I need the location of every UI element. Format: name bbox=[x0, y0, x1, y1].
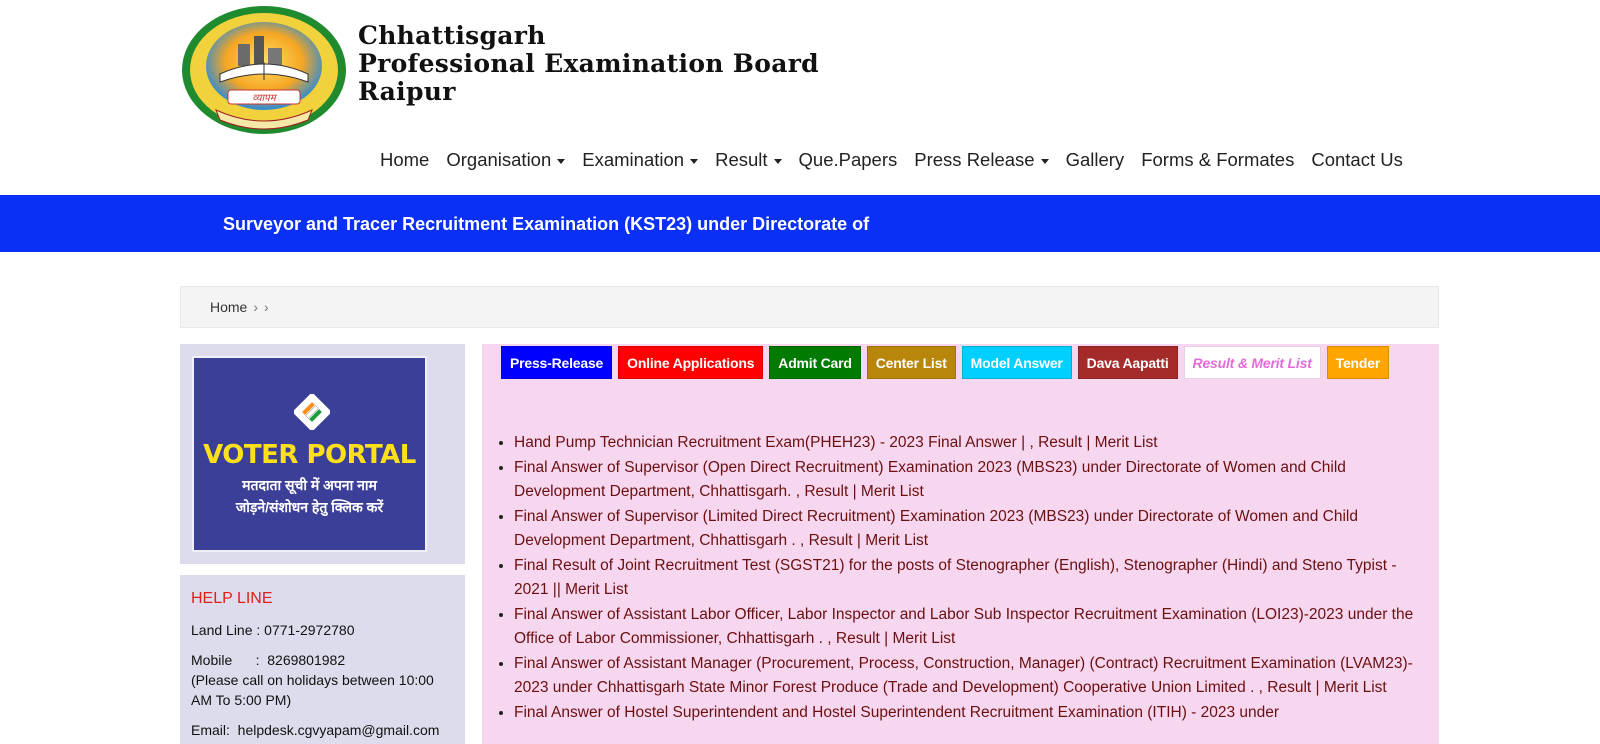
nav-examination-label: Examination bbox=[582, 149, 685, 170]
nav-result[interactable]: Result bbox=[715, 149, 782, 171]
main-nav: Home Organisation Examination Result Que… bbox=[380, 146, 1420, 174]
helpline-mobile: Mobile : 8269801982 bbox=[191, 652, 346, 668]
nav-home[interactable]: Home bbox=[380, 149, 429, 171]
main-content-panel: Press-Release Online Applications Admit … bbox=[482, 344, 1439, 744]
nav-que-papers[interactable]: Que.Papers bbox=[799, 149, 898, 171]
nav-forms-formates[interactable]: Forms & Formates bbox=[1141, 149, 1294, 171]
category-tabs: Press-Release Online Applications Admit … bbox=[501, 346, 1395, 379]
nav-press-release-label: Press Release bbox=[914, 149, 1035, 170]
tab-dava-aapatti[interactable]: Dava Aapatti bbox=[1077, 346, 1178, 379]
list-item[interactable]: Final Answer of Assistant Manager (Procu… bbox=[514, 652, 1419, 701]
helpline-landline: Land Line : 0771-2972780 bbox=[191, 622, 355, 638]
caret-down-icon bbox=[773, 158, 782, 164]
list-item[interactable]: Final Answer of Supervisor (Open Direct … bbox=[514, 456, 1419, 505]
helpline-title: HELP LINE bbox=[191, 590, 273, 607]
breadcrumb: Home › › bbox=[180, 286, 1439, 328]
ballot-icon bbox=[294, 394, 330, 430]
tab-press-release[interactable]: Press-Release bbox=[501, 346, 613, 379]
list-item[interactable]: Final Answer of Assistant Labor Officer,… bbox=[514, 603, 1419, 652]
tab-online-applications[interactable]: Online Applications bbox=[618, 346, 764, 379]
nav-examination[interactable]: Examination bbox=[582, 149, 699, 171]
nav-press-release[interactable]: Press Release bbox=[914, 149, 1049, 171]
chevron-right-icon: › bbox=[264, 299, 269, 315]
nav-forms-formates-label: Forms & Formates bbox=[1141, 149, 1295, 170]
news-marquee-text[interactable]: Surveyor and Tracer Recruitment Examinat… bbox=[223, 214, 869, 235]
tab-center-list[interactable]: Center List bbox=[866, 346, 956, 379]
caret-down-icon bbox=[690, 158, 699, 164]
caret-down-icon bbox=[557, 158, 566, 164]
list-item[interactable]: Hand Pump Technician Recruitment Exam(PH… bbox=[514, 431, 1419, 456]
voter-portal-banner[interactable]: VOTER PORTAL मतदाता सूची में अपना नाम जो… bbox=[192, 356, 427, 552]
helpline-box: HELP LINE Land Line : 0771-2972780 Mobil… bbox=[180, 575, 465, 744]
tab-model-answer[interactable]: Model Answer bbox=[961, 346, 1072, 379]
board-title-line-2: Professional Examination Board bbox=[358, 49, 819, 78]
tab-tender[interactable]: Tender bbox=[1326, 346, 1390, 379]
board-title: Chhattisgarh Professional Examination Bo… bbox=[358, 22, 819, 106]
list-item[interactable]: Final Answer of Supervisor (Limited Dire… bbox=[514, 505, 1419, 554]
nav-home-label: Home bbox=[380, 149, 430, 170]
board-title-line-3: Raipur bbox=[358, 77, 456, 106]
nav-contact-us-label: Contact Us bbox=[1311, 149, 1403, 170]
nav-organisation[interactable]: Organisation bbox=[446, 149, 566, 171]
logo-text: व्यापम bbox=[252, 93, 277, 104]
caret-down-icon bbox=[1040, 158, 1049, 164]
nav-que-papers-label: Que.Papers bbox=[798, 149, 898, 170]
list-item[interactable]: Final Result of Joint Recruitment Test (… bbox=[514, 554, 1419, 603]
voter-portal-title: VOTER PORTAL bbox=[203, 440, 416, 470]
list-item[interactable]: Final Answer of Hostel Superintendent an… bbox=[514, 701, 1419, 726]
nav-result-label: Result bbox=[715, 149, 768, 170]
cgvyapam-logo[interactable]: व्यापम bbox=[180, 4, 348, 136]
helpline-mobile-block: Mobile : 8269801982 (Please call on holi… bbox=[191, 650, 454, 710]
helpline-email[interactable]: Email: helpdesk.cgvyapam@gmail.com bbox=[191, 720, 454, 740]
site-header: व्यापम Chhattisgarh Professional Examina… bbox=[0, 0, 1600, 195]
nav-contact-us[interactable]: Contact Us bbox=[1311, 149, 1403, 171]
helpline-mobile-note: (Please call on holidays between 10:00 A… bbox=[191, 672, 434, 708]
nav-gallery[interactable]: Gallery bbox=[1066, 149, 1125, 171]
board-title-line-1: Chhattisgarh bbox=[358, 21, 546, 50]
breadcrumb-home[interactable]: Home bbox=[210, 299, 247, 315]
news-marquee-bar: Surveyor and Tracer Recruitment Examinat… bbox=[0, 195, 1600, 252]
nav-gallery-label: Gallery bbox=[1065, 149, 1125, 170]
voter-portal-box: VOTER PORTAL मतदाता सूची में अपना नाम जो… bbox=[180, 344, 465, 564]
tab-admit-card[interactable]: Admit Card bbox=[769, 346, 861, 379]
result-list: Hand Pump Technician Recruitment Exam(PH… bbox=[514, 431, 1419, 725]
voter-portal-subtitle-1: मतदाता सूची में अपना नाम bbox=[242, 477, 377, 493]
voter-portal-subtitle-2: जोड़ने/संशोधन हेतु क्लिक करें bbox=[235, 499, 384, 515]
nav-organisation-label: Organisation bbox=[446, 149, 552, 170]
tab-result-merit-list[interactable]: Result & Merit List bbox=[1183, 346, 1321, 379]
chevron-right-icon: › bbox=[253, 299, 259, 315]
